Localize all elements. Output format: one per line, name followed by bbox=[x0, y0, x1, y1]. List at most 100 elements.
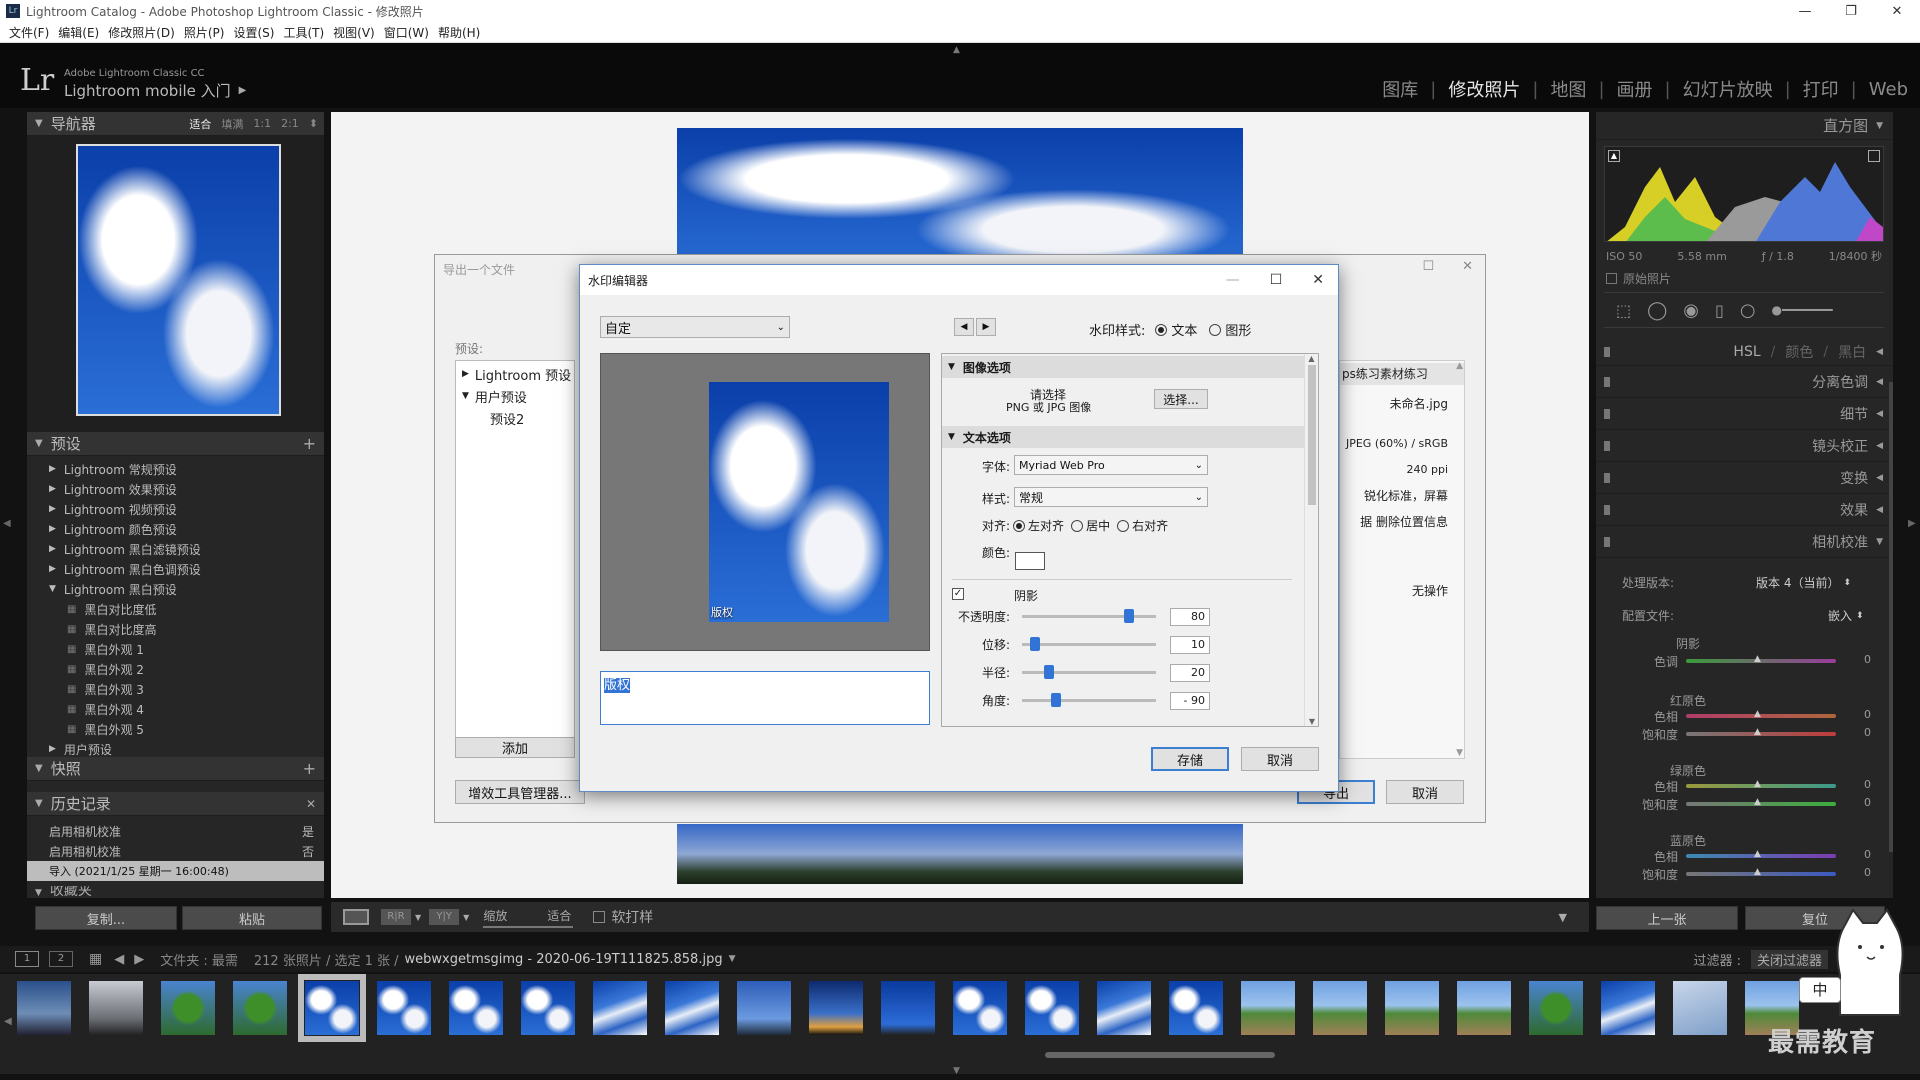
shadow-angle-value[interactable]: - 90 bbox=[1170, 692, 1210, 710]
shadow-radius-value[interactable]: 20 bbox=[1170, 664, 1210, 682]
watermark-cancel-button[interactable]: 取消 bbox=[1241, 747, 1319, 771]
filmstrip-thumb[interactable] bbox=[1024, 980, 1080, 1036]
preset-item[interactable]: ▦ 黑白外观 3 bbox=[49, 679, 324, 699]
align-left-radio[interactable] bbox=[1013, 519, 1026, 532]
before-after-icon[interactable]: R|R bbox=[381, 909, 411, 925]
history-row-selected[interactable]: 导入 (2021/1/25 星期一 16:00:48) bbox=[27, 861, 324, 881]
filmstrip-left-arrow-icon[interactable]: ◀ bbox=[4, 1016, 12, 1027]
menu-develop[interactable]: 修改照片(D) bbox=[108, 24, 175, 41]
watermark-text-input[interactable]: 版权 bbox=[600, 671, 930, 725]
play-icon[interactable]: ▶ bbox=[239, 85, 247, 96]
scroll-down-icon[interactable]: ▼ bbox=[1305, 717, 1318, 726]
paste-settings-button[interactable]: 粘贴 bbox=[182, 906, 322, 930]
slider-thumb-icon[interactable]: ▲ bbox=[1754, 709, 1761, 719]
red-sat-slider[interactable] bbox=[1686, 732, 1836, 736]
red-eye-icon[interactable]: ◉ bbox=[1683, 300, 1699, 321]
align-right-radio[interactable] bbox=[1117, 519, 1130, 532]
zoom-slider[interactable] bbox=[483, 925, 574, 928]
process-select[interactable]: 版本 4（当前） ⬍ bbox=[1756, 574, 1851, 591]
shadow-radius-slider[interactable] bbox=[1022, 671, 1156, 674]
watermark-save-button[interactable]: 存储 bbox=[1151, 747, 1229, 771]
histogram[interactable]: ▲ bbox=[1604, 146, 1884, 242]
calibration-header[interactable]: 相机校准 ▼ bbox=[1596, 526, 1893, 558]
module-develop[interactable]: 修改照片 bbox=[1448, 76, 1520, 102]
shadow-opacity-thumb[interactable] bbox=[1124, 609, 1135, 623]
scroll-up-icon[interactable]: ▲ bbox=[1305, 354, 1318, 363]
preset-item[interactable]: ▦ 黑白外观 2 bbox=[49, 659, 324, 679]
clear-history-icon[interactable]: ✕ bbox=[306, 797, 316, 811]
prev-arrow-icon[interactable]: ◀ bbox=[954, 318, 974, 336]
shadow-tint-slider[interactable] bbox=[1686, 659, 1836, 663]
photo-bottom[interactable] bbox=[677, 824, 1243, 884]
preset-folder[interactable]: ▶ Lightroom 黑白滤镜预设 bbox=[49, 539, 324, 559]
shadow-radius-thumb[interactable] bbox=[1043, 665, 1054, 679]
image-options-header[interactable]: ▼ 图像选项 bbox=[942, 356, 1306, 378]
filmstrip-thumb[interactable] bbox=[736, 980, 792, 1036]
menu-view[interactable]: 视图(V) bbox=[333, 24, 375, 41]
panel-switch-icon[interactable] bbox=[1604, 376, 1610, 387]
collections-header[interactable]: ▼ 收藏夹 bbox=[27, 886, 324, 898]
preset-item[interactable]: ▦ 黑白外观 5 bbox=[49, 719, 324, 739]
blue-hue-slider[interactable] bbox=[1686, 854, 1836, 858]
ime-indicator[interactable]: 中 bbox=[1799, 977, 1841, 1003]
color-tab[interactable]: 颜色 bbox=[1785, 342, 1813, 362]
filmstrip-thumb[interactable] bbox=[1672, 980, 1728, 1036]
spot-removal-icon[interactable]: ◯ bbox=[1647, 300, 1667, 321]
filmstrip-thumb[interactable] bbox=[1528, 980, 1584, 1036]
plugin-manager-button[interactable]: 增效工具管理器... bbox=[455, 780, 585, 804]
green-hue-slider[interactable] bbox=[1686, 784, 1836, 788]
choose-image-button[interactable]: 选择... bbox=[1154, 389, 1208, 409]
lens-correction-header[interactable]: 镜头校正 ◀ bbox=[1596, 430, 1893, 462]
toolbar-menu-icon[interactable]: ▼ bbox=[1559, 911, 1567, 924]
forward-arrow-icon[interactable]: ▶ bbox=[134, 952, 144, 967]
original-photo-toggle[interactable]: 原始照片 bbox=[1606, 270, 1671, 287]
menu-file[interactable]: 文件(F) bbox=[9, 24, 49, 41]
filmstrip-thumb[interactable] bbox=[88, 980, 144, 1036]
panel-switch-icon[interactable] bbox=[1604, 346, 1610, 357]
preset-folder[interactable]: ▼ Lightroom 黑白预设 bbox=[49, 579, 324, 599]
hsl-tab[interactable]: HSL bbox=[1733, 344, 1760, 360]
menu-window[interactable]: 窗口(W) bbox=[384, 24, 429, 41]
shadow-opacity-slider[interactable] bbox=[1022, 615, 1156, 618]
navigator-header[interactable]: ▼ 导航器 适合 填满 1:1 2:1 ⬍ bbox=[27, 112, 324, 136]
highlight-clip-icon[interactable] bbox=[1868, 150, 1880, 162]
bottom-panel-toggle-icon[interactable]: ▼ bbox=[953, 1066, 960, 1076]
menu-tools[interactable]: 工具(T) bbox=[283, 24, 324, 41]
next-arrow-icon[interactable]: ▶ bbox=[976, 318, 996, 336]
scroll-up-icon[interactable]: ▲ bbox=[1456, 361, 1463, 371]
slider-thumb-icon[interactable]: ▲ bbox=[1754, 727, 1761, 737]
text-options-header[interactable]: ▼ 文本选项 bbox=[942, 426, 1306, 448]
shadow-offset-value[interactable]: 10 bbox=[1170, 636, 1210, 654]
module-print[interactable]: 打印 bbox=[1803, 76, 1839, 102]
graduated-filter-icon[interactable]: ▯ bbox=[1715, 301, 1724, 320]
shadow-angle-slider[interactable] bbox=[1022, 699, 1156, 702]
slider-thumb-icon[interactable]: ▲ bbox=[1754, 654, 1761, 664]
zoom-fit[interactable]: 适合 bbox=[189, 116, 211, 132]
panel-switch-icon[interactable] bbox=[1604, 536, 1610, 547]
zoom-1to1[interactable]: 1:1 bbox=[253, 117, 271, 130]
preset-item[interactable]: ▦ 黑白外观 1 bbox=[49, 639, 324, 659]
radial-filter-icon[interactable]: ○ bbox=[1740, 300, 1756, 321]
original-photo-checkbox[interactable] bbox=[1606, 273, 1617, 284]
copy-settings-button[interactable]: 复制... bbox=[35, 906, 177, 930]
panel-switch-icon[interactable] bbox=[1604, 440, 1610, 451]
filmstrip-thumb[interactable] bbox=[448, 980, 504, 1036]
profile-select[interactable]: 嵌入 ⬍ bbox=[1828, 607, 1864, 624]
preset-item[interactable]: ▦ 黑白对比度低 bbox=[49, 599, 324, 619]
filmstrip-thumb[interactable] bbox=[376, 980, 432, 1036]
transform-header[interactable]: 变换 ◀ bbox=[1596, 462, 1893, 494]
filmstrip-thumb[interactable] bbox=[520, 980, 576, 1036]
presets-header[interactable]: ▼ 预设 + bbox=[27, 432, 324, 456]
shadow-offset-thumb[interactable] bbox=[1030, 637, 1041, 651]
close-icon[interactable]: ✕ bbox=[1874, 4, 1920, 19]
watermark-preset-select[interactable]: 自定 ⌄ bbox=[600, 316, 790, 338]
style-text-radio[interactable] bbox=[1155, 323, 1168, 336]
detail-header[interactable]: 细节 ◀ bbox=[1596, 398, 1893, 430]
preset-folder[interactable]: ▶ Lightroom 效果预设 bbox=[49, 479, 324, 499]
slider-thumb-icon[interactable]: ▲ bbox=[1754, 797, 1761, 807]
zoom-fill[interactable]: 填满 bbox=[221, 116, 243, 132]
crop-tool-icon[interactable]: ⬚ bbox=[1616, 301, 1631, 320]
preset-folder[interactable]: ▶ Lightroom 常规预设 bbox=[49, 459, 324, 479]
preset-item[interactable]: ▦ 黑白对比度高 bbox=[49, 619, 324, 639]
bw-tab[interactable]: 黑白 bbox=[1838, 342, 1866, 362]
